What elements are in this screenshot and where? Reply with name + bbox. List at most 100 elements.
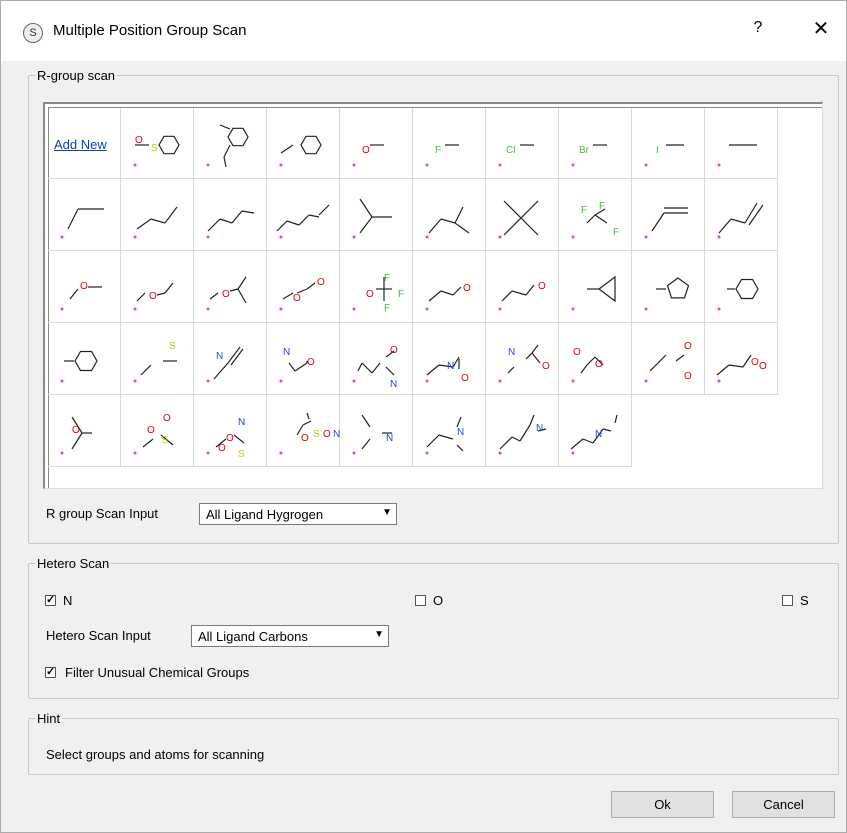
rgroup-cell-isobutyl[interactable] bbox=[413, 179, 486, 251]
rgroup-cell-iodo[interactable]: I bbox=[632, 107, 705, 179]
add-new-link[interactable]: Add New bbox=[54, 137, 107, 152]
bond bbox=[140, 364, 152, 376]
rgroup-cell-acetyl[interactable]: O bbox=[48, 395, 121, 467]
rgroup-cell-fluoro[interactable]: F bbox=[413, 107, 486, 179]
filter-unusual-checkbox[interactable]: ✓ bbox=[45, 667, 56, 678]
attachment-point bbox=[571, 379, 575, 383]
attachment-point bbox=[133, 307, 137, 311]
rgroup-cell-acetamido[interactable]: NO bbox=[486, 323, 559, 395]
rgroup-cell-isopropyl[interactable] bbox=[340, 179, 413, 251]
rgroup-cell-methyl-ester[interactable]: OO bbox=[632, 323, 705, 395]
rgroup-cell-carbamoylethyl[interactable]: NO bbox=[413, 323, 486, 395]
rgroup-cell-sulfonyl-phenyl[interactable]: OS bbox=[121, 107, 194, 179]
atom-label: O bbox=[538, 281, 546, 292]
close-button[interactable]: ✕ bbox=[807, 16, 835, 41]
cancel-button[interactable]: Cancel bbox=[732, 791, 835, 818]
rgroup-cell-trifluoromethoxy[interactable]: OFFF bbox=[340, 251, 413, 323]
methylsulfonyl-structure-icon: OOS bbox=[133, 413, 174, 455]
rgroup-cell-tert-butyl[interactable] bbox=[486, 179, 559, 251]
bond bbox=[371, 362, 381, 374]
attachment-point bbox=[425, 379, 429, 383]
o-checkbox[interactable] bbox=[415, 595, 426, 606]
bond bbox=[438, 434, 454, 440]
rgroup-cell-dimethylaminopropyl[interactable]: N bbox=[559, 395, 632, 467]
rgroup-cell-methyl-benzyl[interactable] bbox=[194, 107, 267, 179]
rgroup-cell-carboxy[interactable]: OO bbox=[559, 323, 632, 395]
rgroup-grid[interactable]: Add New O S O F Cl Br I F F F O O O O O O F F F O O S N N O O N N O N… bbox=[43, 102, 823, 489]
bond bbox=[440, 218, 456, 224]
cyclopropyl-structure-icon bbox=[571, 275, 616, 311]
rgroup-cell-dimethylamino[interactable]: N bbox=[340, 395, 413, 467]
rgroup-cell-benzyl[interactable] bbox=[267, 107, 340, 179]
rgroup-cell-pentyl[interactable] bbox=[267, 179, 340, 251]
bond bbox=[456, 444, 464, 452]
rgroup-scan-input-select[interactable]: All Ligand Hygrogen ▼ bbox=[199, 503, 397, 525]
rgroup-cell-butyl[interactable] bbox=[194, 179, 267, 251]
rgroup-cell-phenyl[interactable] bbox=[48, 323, 121, 395]
rgroup-cell-methylsulfonyl[interactable]: OOS bbox=[121, 395, 194, 467]
attachment-point bbox=[498, 451, 502, 455]
cyclopentyl-structure-icon bbox=[644, 277, 690, 311]
rgroup-cell-methoxy[interactable]: O bbox=[48, 251, 121, 323]
ring bbox=[735, 278, 759, 300]
attachment-point bbox=[717, 235, 721, 239]
bond bbox=[288, 362, 296, 372]
rgroup-cell-cyclohexyl[interactable] bbox=[705, 251, 778, 323]
rgroup-cell-trifluoromethyl[interactable]: F F F bbox=[559, 179, 632, 251]
trifluoromethoxy-structure-icon: OFFF bbox=[352, 273, 404, 314]
bond bbox=[280, 144, 294, 154]
bond bbox=[223, 156, 227, 168]
rgroup-cell-carbamoyl[interactable]: NO bbox=[267, 323, 340, 395]
rgroup-cell-methoxyethyl[interactable]: O bbox=[486, 251, 559, 323]
atom-label: F bbox=[599, 201, 605, 212]
methylthio-structure-icon: S bbox=[133, 341, 177, 383]
attachment-point bbox=[60, 235, 64, 239]
rgroup-cell-sulfamoyl[interactable]: OOSN bbox=[194, 395, 267, 467]
phenyl-structure-icon bbox=[60, 350, 98, 383]
rgroup-cell-hydroxy[interactable]: O bbox=[340, 107, 413, 179]
bond bbox=[602, 428, 612, 432]
propyl-structure-icon bbox=[133, 206, 178, 239]
rgroup-cell-dimethylsulfamoyl[interactable]: OSON bbox=[267, 395, 340, 467]
rgroup-cell-allyl[interactable] bbox=[705, 179, 778, 251]
rgroup-cell-isopropoxy[interactable]: O bbox=[194, 251, 267, 323]
attachment-point bbox=[206, 163, 210, 167]
rgroup-cell-methylthio[interactable]: S bbox=[121, 323, 194, 395]
rgroup-cell-cyclopentyl[interactable] bbox=[632, 251, 705, 323]
rgroup-cell-cyclopropyl[interactable] bbox=[559, 251, 632, 323]
rgroup-cell-methoxymethoxy[interactable]: OO bbox=[267, 251, 340, 323]
ring bbox=[74, 350, 98, 372]
rgroup-cell-propyl[interactable] bbox=[121, 179, 194, 251]
attachment-point bbox=[571, 163, 575, 167]
atom-label: F bbox=[398, 289, 404, 300]
rgroup-cell-chloro[interactable]: Cl bbox=[486, 107, 559, 179]
ethyl-structure-icon bbox=[60, 208, 104, 239]
bond bbox=[294, 362, 308, 372]
rgroup-cell-ethoxy[interactable]: O bbox=[121, 251, 194, 323]
bond bbox=[748, 204, 764, 226]
s-checkbox[interactable] bbox=[782, 595, 793, 606]
atom-label: O bbox=[222, 289, 230, 300]
rgroup-cell-dimethylaminomethyl[interactable]: N bbox=[413, 395, 486, 467]
n-checkbox[interactable]: ✓ bbox=[45, 595, 56, 606]
ok-button[interactable]: Ok bbox=[611, 791, 714, 818]
atom-label: F bbox=[384, 273, 390, 284]
rgroup-cell-dimethylaminoethyl[interactable]: N bbox=[486, 395, 559, 467]
add-new-cell[interactable]: Add New bbox=[48, 107, 121, 179]
rgroup-cell-bromo[interactable]: Br bbox=[559, 107, 632, 179]
rgroup-cell-cyanomethyl[interactable]: N bbox=[194, 323, 267, 395]
rgroup-cell-methoxymethyl[interactable]: O bbox=[413, 251, 486, 323]
hint-legend: Hint bbox=[37, 711, 61, 726]
bond bbox=[570, 438, 584, 450]
hetero-scan-input-select[interactable]: All Ligand Carbons ▼ bbox=[191, 625, 389, 647]
isopropoxy-structure-icon: O bbox=[206, 276, 247, 311]
attachment-point bbox=[498, 307, 502, 311]
rgroup-cell-ethyl[interactable] bbox=[48, 179, 121, 251]
help-button[interactable]: ? bbox=[746, 19, 770, 37]
attachment-point bbox=[717, 307, 721, 311]
carbamoylethyl-structure-icon: NO bbox=[425, 356, 469, 384]
rgroup-cell-methyl[interactable] bbox=[705, 107, 778, 179]
rgroup-cell-dimethylcarbamoyl[interactable]: ON bbox=[340, 323, 413, 395]
rgroup-cell-carboxyethyl[interactable]: OO bbox=[705, 323, 778, 395]
rgroup-cell-vinyl[interactable] bbox=[632, 179, 705, 251]
